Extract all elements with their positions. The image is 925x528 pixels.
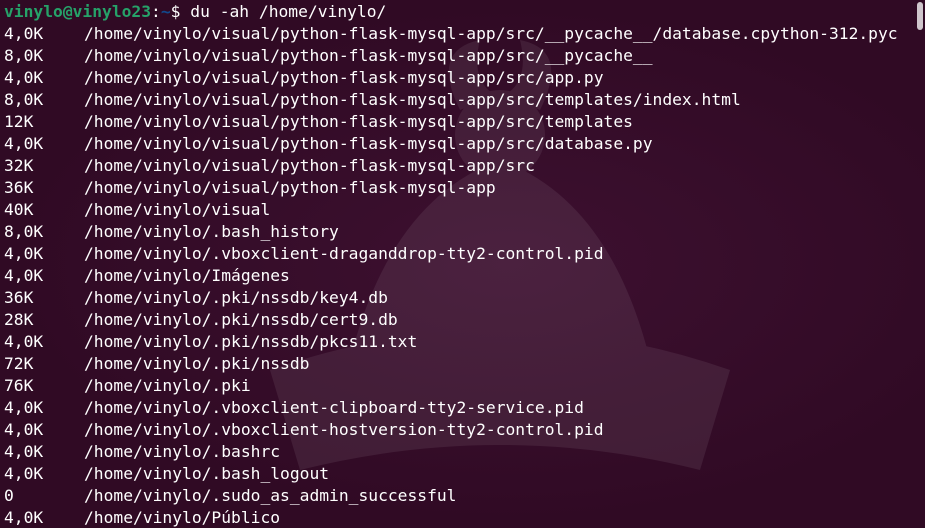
file-path: /home/vinylo/visual/python-flask-mysql-a… [84,134,653,153]
disk-usage-size: 4,0K [4,420,44,439]
output-row: 76K/home/vinylo/.pki [4,375,911,397]
file-path: /home/vinylo/.pki/nssdb/cert9.db [84,310,398,329]
output-row: 4,0K/home/vinylo/visual/python-flask-mys… [4,23,911,45]
output-row: 8,0K/home/vinylo/visual/python-flask-mys… [4,45,911,67]
file-path: /home/vinylo/.vboxclient-draganddrop-tty… [84,244,604,263]
output-row: 4,0K/home/vinylo/.vboxclient-hostversion… [4,419,911,441]
file-path: /home/vinylo/.vboxclient-hostversion-tty… [84,420,604,439]
disk-usage-size: 36K [4,288,34,307]
output-row: 4,0K/home/vinylo/.vboxclient-clipboard-t… [4,397,911,419]
file-path: /home/vinylo/.bashrc [84,442,281,461]
file-path: /home/vinylo/.pki/nssdb/key4.db [84,288,388,307]
disk-usage-size: 12K [4,112,34,131]
scrollbar-thumb[interactable] [917,2,923,30]
output-row: 4,0K/home/vinylo/.bash_logout [4,463,911,485]
prompt-symbol: $ [170,2,181,21]
disk-usage-size: 4,0K [4,332,44,351]
disk-usage-size: 4,0K [4,24,44,43]
file-path: /home/vinylo/.bash_history [84,222,339,241]
disk-usage-size: 8,0K [4,222,44,241]
file-path: /home/vinylo/.pki/nssdb/pkcs11.txt [84,332,418,351]
command-text: du -ah /home/vinylo/ [180,2,387,21]
terminal-window[interactable]: vinylo@vinylo23:~$ du -ah /home/vinylo/ … [0,0,925,528]
disk-usage-size: 36K [4,178,34,197]
output-row: 40K/home/vinylo/visual [4,199,911,221]
disk-usage-size: 8,0K [4,90,44,109]
disk-usage-size: 4,0K [4,398,44,417]
scrollbar[interactable] [917,2,923,526]
output-row: 28K/home/vinylo/.pki/nssdb/cert9.db [4,309,911,331]
prompt-separator: : [151,2,161,21]
prompt-user-host: vinylo@vinylo23 [4,2,152,21]
output-row: 32K/home/vinylo/visual/python-flask-mysq… [4,155,911,177]
output-row: 4,0K/home/vinylo/visual/python-flask-mys… [4,133,911,155]
disk-usage-size: 4,0K [4,244,44,263]
output-row: 4,0K/home/vinylo/.pki/nssdb/pkcs11.txt [4,331,911,353]
file-path: /home/vinylo/visual/python-flask-mysql-a… [84,24,898,43]
disk-usage-size: 4,0K [4,464,44,483]
disk-usage-size: 32K [4,156,34,175]
output-row: 4,0K/home/vinylo/Imágenes [4,265,911,287]
output-row: 36K/home/vinylo/visual/python-flask-mysq… [4,177,911,199]
output-row: 72K/home/vinylo/.pki/nssdb [4,353,911,375]
disk-usage-size: 4,0K [4,266,44,285]
output-row: 4,0K/home/vinylo/.bashrc [4,441,911,463]
disk-usage-size: 4,0K [4,508,44,527]
file-path: /home/vinylo/.pki [84,376,251,395]
disk-usage-size: 0 [4,486,14,505]
file-path: /home/vinylo/visual/python-flask-mysql-a… [84,46,653,65]
file-path: /home/vinylo/visual/python-flask-mysql-a… [84,112,633,131]
output-row: 4,0K/home/vinylo/.vboxclient-draganddrop… [4,243,911,265]
disk-usage-size: 40K [4,200,34,219]
disk-usage-size: 4,0K [4,442,44,461]
disk-usage-size: 76K [4,376,34,395]
file-path: /home/vinylo/Público [84,508,281,527]
output-row: 4,0K/home/vinylo/Público [4,507,911,528]
file-path: /home/vinylo/.pki/nssdb [84,354,310,373]
file-path: /home/vinylo/visual [84,200,271,219]
file-path: /home/vinylo/visual/python-flask-mysql-a… [84,178,496,197]
output-row: 12K/home/vinylo/visual/python-flask-mysq… [4,111,911,133]
disk-usage-size: 8,0K [4,46,44,65]
disk-usage-size: 4,0K [4,134,44,153]
terminal-output: vinylo@vinylo23:~$ du -ah /home/vinylo/ … [4,1,911,528]
output-row: 4,0K/home/vinylo/visual/python-flask-mys… [4,67,911,89]
output-row: 8,0K/home/vinylo/visual/python-flask-mys… [4,89,911,111]
file-path: /home/vinylo/Imágenes [84,266,290,285]
file-path: /home/vinylo/visual/python-flask-mysql-a… [84,68,604,87]
file-path: /home/vinylo/.vboxclient-clipboard-tty2-… [84,398,584,417]
output-row: 8,0K/home/vinylo/.bash_history [4,221,911,243]
disk-usage-size: 4,0K [4,68,44,87]
disk-usage-size: 72K [4,354,34,373]
command-prompt-line: vinylo@vinylo23:~$ du -ah /home/vinylo/ [4,1,911,23]
output-row: 36K/home/vinylo/.pki/nssdb/key4.db [4,287,911,309]
file-path: /home/vinylo/.sudo_as_admin_successful [84,486,457,505]
disk-usage-size: 28K [4,310,34,329]
file-path: /home/vinylo/visual/python-flask-mysql-a… [84,156,535,175]
file-path: /home/vinylo/visual/python-flask-mysql-a… [84,90,741,109]
prompt-path: ~ [160,2,171,21]
file-path: /home/vinylo/.bash_logout [84,464,330,483]
output-row: 0/home/vinylo/.sudo_as_admin_successful [4,485,911,507]
